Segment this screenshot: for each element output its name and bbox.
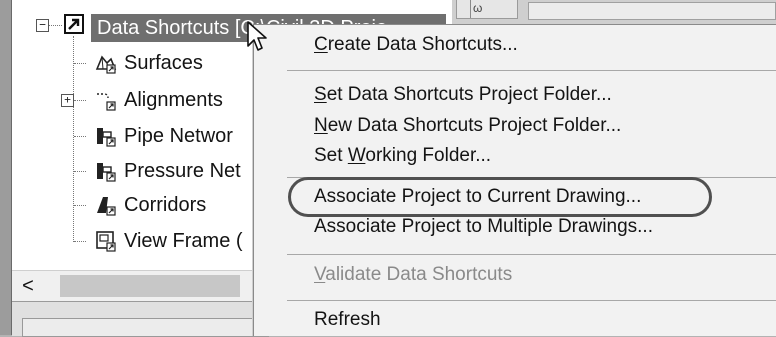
menu-item-refresh[interactable]: Refresh xyxy=(314,307,381,333)
tree-node-alignments[interactable]: Alignments xyxy=(94,87,223,113)
menu-separator xyxy=(287,254,776,255)
menu-separator xyxy=(287,70,776,71)
tree-node-label: Surfaces xyxy=(124,52,203,74)
tree-connector xyxy=(74,171,86,172)
scrollbar-thumb[interactable] xyxy=(60,275,240,297)
collapse-expander-icon[interactable]: − xyxy=(36,19,49,32)
tree-node-label: Pressure Net xyxy=(124,160,241,182)
tree-node-view-frame-groups[interactable]: View Frame ( xyxy=(94,228,243,254)
tree-node-label: Corridors xyxy=(124,194,207,216)
toolbar-tab[interactable] xyxy=(456,0,518,19)
tree-node-corridors[interactable]: Corridors xyxy=(94,192,206,218)
menu-item-create-data-shortcuts[interactable]: Create Data Shortcuts... xyxy=(314,32,518,58)
corridor-icon xyxy=(97,197,116,216)
menu-item-associate-multiple-drawings[interactable]: Associate Project to Multiple Drawings..… xyxy=(314,214,653,240)
tree-node-surfaces[interactable]: Surfaces xyxy=(94,50,203,76)
alignment-icon xyxy=(97,93,116,111)
toolbar-pane xyxy=(528,2,776,20)
tree-connector xyxy=(74,100,86,101)
tree-connector xyxy=(74,63,86,64)
view-frame-icon xyxy=(96,231,116,252)
tree-node-pipe-networks[interactable]: Pipe Networ xyxy=(94,123,233,149)
menu-separator xyxy=(287,300,776,301)
tree-node-label: Alignments xyxy=(124,89,223,111)
tree-connector xyxy=(49,25,62,26)
tree-node-pressure-networks[interactable]: Pressure Net xyxy=(94,158,241,184)
toolbar-glyph-icon: ω xyxy=(473,1,483,15)
tree-node-label: View Frame ( xyxy=(124,230,243,252)
tree-connector xyxy=(74,241,86,242)
tree-connector xyxy=(74,205,86,206)
window-left-border xyxy=(0,0,12,335)
tree-connector-vertical xyxy=(73,36,74,242)
mouse-pointer-icon xyxy=(247,21,267,51)
menu-item-new-project-folder[interactable]: New Data Shortcuts Project Folder... xyxy=(314,113,621,139)
expand-expander-icon[interactable]: + xyxy=(61,94,74,107)
panel-footer-box xyxy=(22,318,269,337)
surface-icon xyxy=(95,55,117,74)
toolbar-divider xyxy=(470,0,471,18)
menu-item-set-project-folder[interactable]: Set Data Shortcuts Project Folder... xyxy=(314,82,612,108)
pressure-network-icon xyxy=(97,163,116,182)
data-shortcuts-icon xyxy=(64,14,84,34)
highlight-ring xyxy=(288,177,712,217)
horizontal-scrollbar[interactable]: < xyxy=(12,270,252,301)
tree-node-label: Pipe Networ xyxy=(124,125,233,147)
menu-item-validate-data-shortcuts: Validate Data Shortcuts xyxy=(314,264,513,285)
menu-item-set-working-folder[interactable]: Set Working Folder... xyxy=(314,143,491,169)
pipe-network-icon xyxy=(97,128,116,147)
scroll-left-arrow-icon[interactable]: < xyxy=(16,275,40,297)
tree-connector xyxy=(74,136,86,137)
